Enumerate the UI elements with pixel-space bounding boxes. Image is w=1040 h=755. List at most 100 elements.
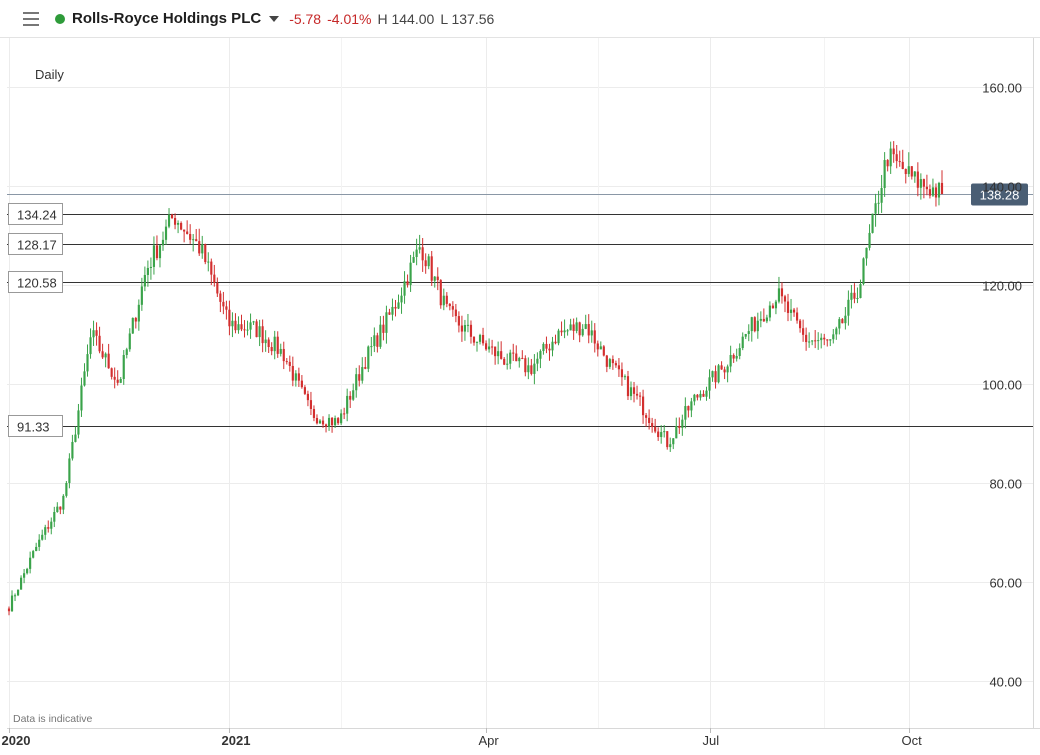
candle-body [847,299,850,316]
candle-body [572,324,575,331]
candle-body [204,244,207,263]
candle-body [874,203,877,214]
candle-body [693,394,696,402]
candle-body [503,358,506,365]
candle-body [143,274,146,287]
candle-body [306,393,310,401]
hamburger-menu-icon[interactable] [23,11,41,26]
candle-body [672,438,675,445]
candle-body [448,303,451,307]
candle-body [937,182,941,198]
candle-body [189,233,192,240]
candle-body [16,589,20,596]
candle-body [521,357,524,359]
candle-body [931,187,935,196]
candle-body [134,317,137,322]
candle-body [92,330,95,338]
candle-body [231,320,234,327]
candlestick-series [7,141,944,616]
candle-body [862,258,865,285]
candle-body [554,341,557,344]
candle-body [309,400,313,409]
candle-body [841,319,844,324]
candle-body [170,214,174,219]
candle-body [10,595,14,612]
price-change-percent: -4.01% [327,10,372,27]
candle-body [186,231,189,234]
instrument-name[interactable]: Rolls-Royce Holdings PLC [72,10,261,27]
candle-body [89,337,92,355]
candle-body [472,336,476,343]
candle-body [406,281,409,285]
candle-body [352,390,355,400]
candle-body [291,365,294,381]
candle-body [47,527,50,529]
candle-body [883,160,886,189]
candle-body [379,324,382,347]
candle-body [361,367,364,381]
candle-body [125,349,128,355]
candle-body [533,363,536,374]
candle-body [557,330,560,344]
candle-body [587,324,590,336]
candle-body [596,343,599,350]
candle-body [122,354,125,380]
candle-body [367,346,370,369]
candle-body [771,305,774,309]
candle-body [77,410,80,435]
candle-body [566,330,569,332]
candle-body [705,390,708,397]
y-tick-label: 80.00 [989,477,1022,492]
candle-body [68,458,71,483]
candle-body [811,340,814,342]
candle-body [657,431,660,438]
candle-body [859,284,862,298]
y-tick-label: 100.00 [982,378,1022,393]
candle-body [799,320,802,329]
candle-body [868,232,871,248]
candle-body [660,432,663,438]
candle-body [593,330,596,344]
candle-body [35,546,38,552]
candle-body [720,365,723,370]
candle-body [337,418,340,424]
candle-body [349,395,352,400]
candle-body [738,348,741,356]
candle-body [424,260,427,267]
chevron-down-icon[interactable] [269,15,280,22]
candle-body [632,387,636,394]
price-chart[interactable]: 134.24128.17120.5891.33138.28 160.00140.… [0,38,1040,755]
candle-body [294,373,297,381]
candle-body [759,318,762,321]
candle-body [457,316,460,326]
candle-body [71,441,74,459]
horizontal-level-lines[interactable]: 134.24128.17120.5891.33138.28 [7,183,1033,437]
candle-body [762,318,765,322]
candle-body [418,247,421,250]
candle-body [158,245,162,259]
candle-body [412,257,415,263]
candle-body [104,353,107,358]
candle-body [192,239,195,241]
candle-body [44,527,47,535]
candle-body [321,420,325,425]
candle-body [358,374,361,381]
interval-label[interactable]: Daily [35,67,64,82]
candle-body [279,348,282,354]
y-axis: 160.00 140.00 120.00 100.00 80.00 60.00 40.00 [982,81,1022,690]
candle-body [297,373,300,381]
candle-body [494,346,497,357]
level-label: 120.58 [17,276,57,291]
candle-body [213,274,216,283]
candle-body [599,346,602,350]
candle-body [330,417,334,426]
candle-body [678,426,681,428]
candle-body [708,377,711,391]
candle-body [687,406,690,411]
candle-body [684,406,687,420]
candle-body [560,330,563,333]
candle-body [620,369,624,378]
candle-body [409,262,412,285]
candle-body [300,380,303,388]
candle-body [774,301,778,309]
